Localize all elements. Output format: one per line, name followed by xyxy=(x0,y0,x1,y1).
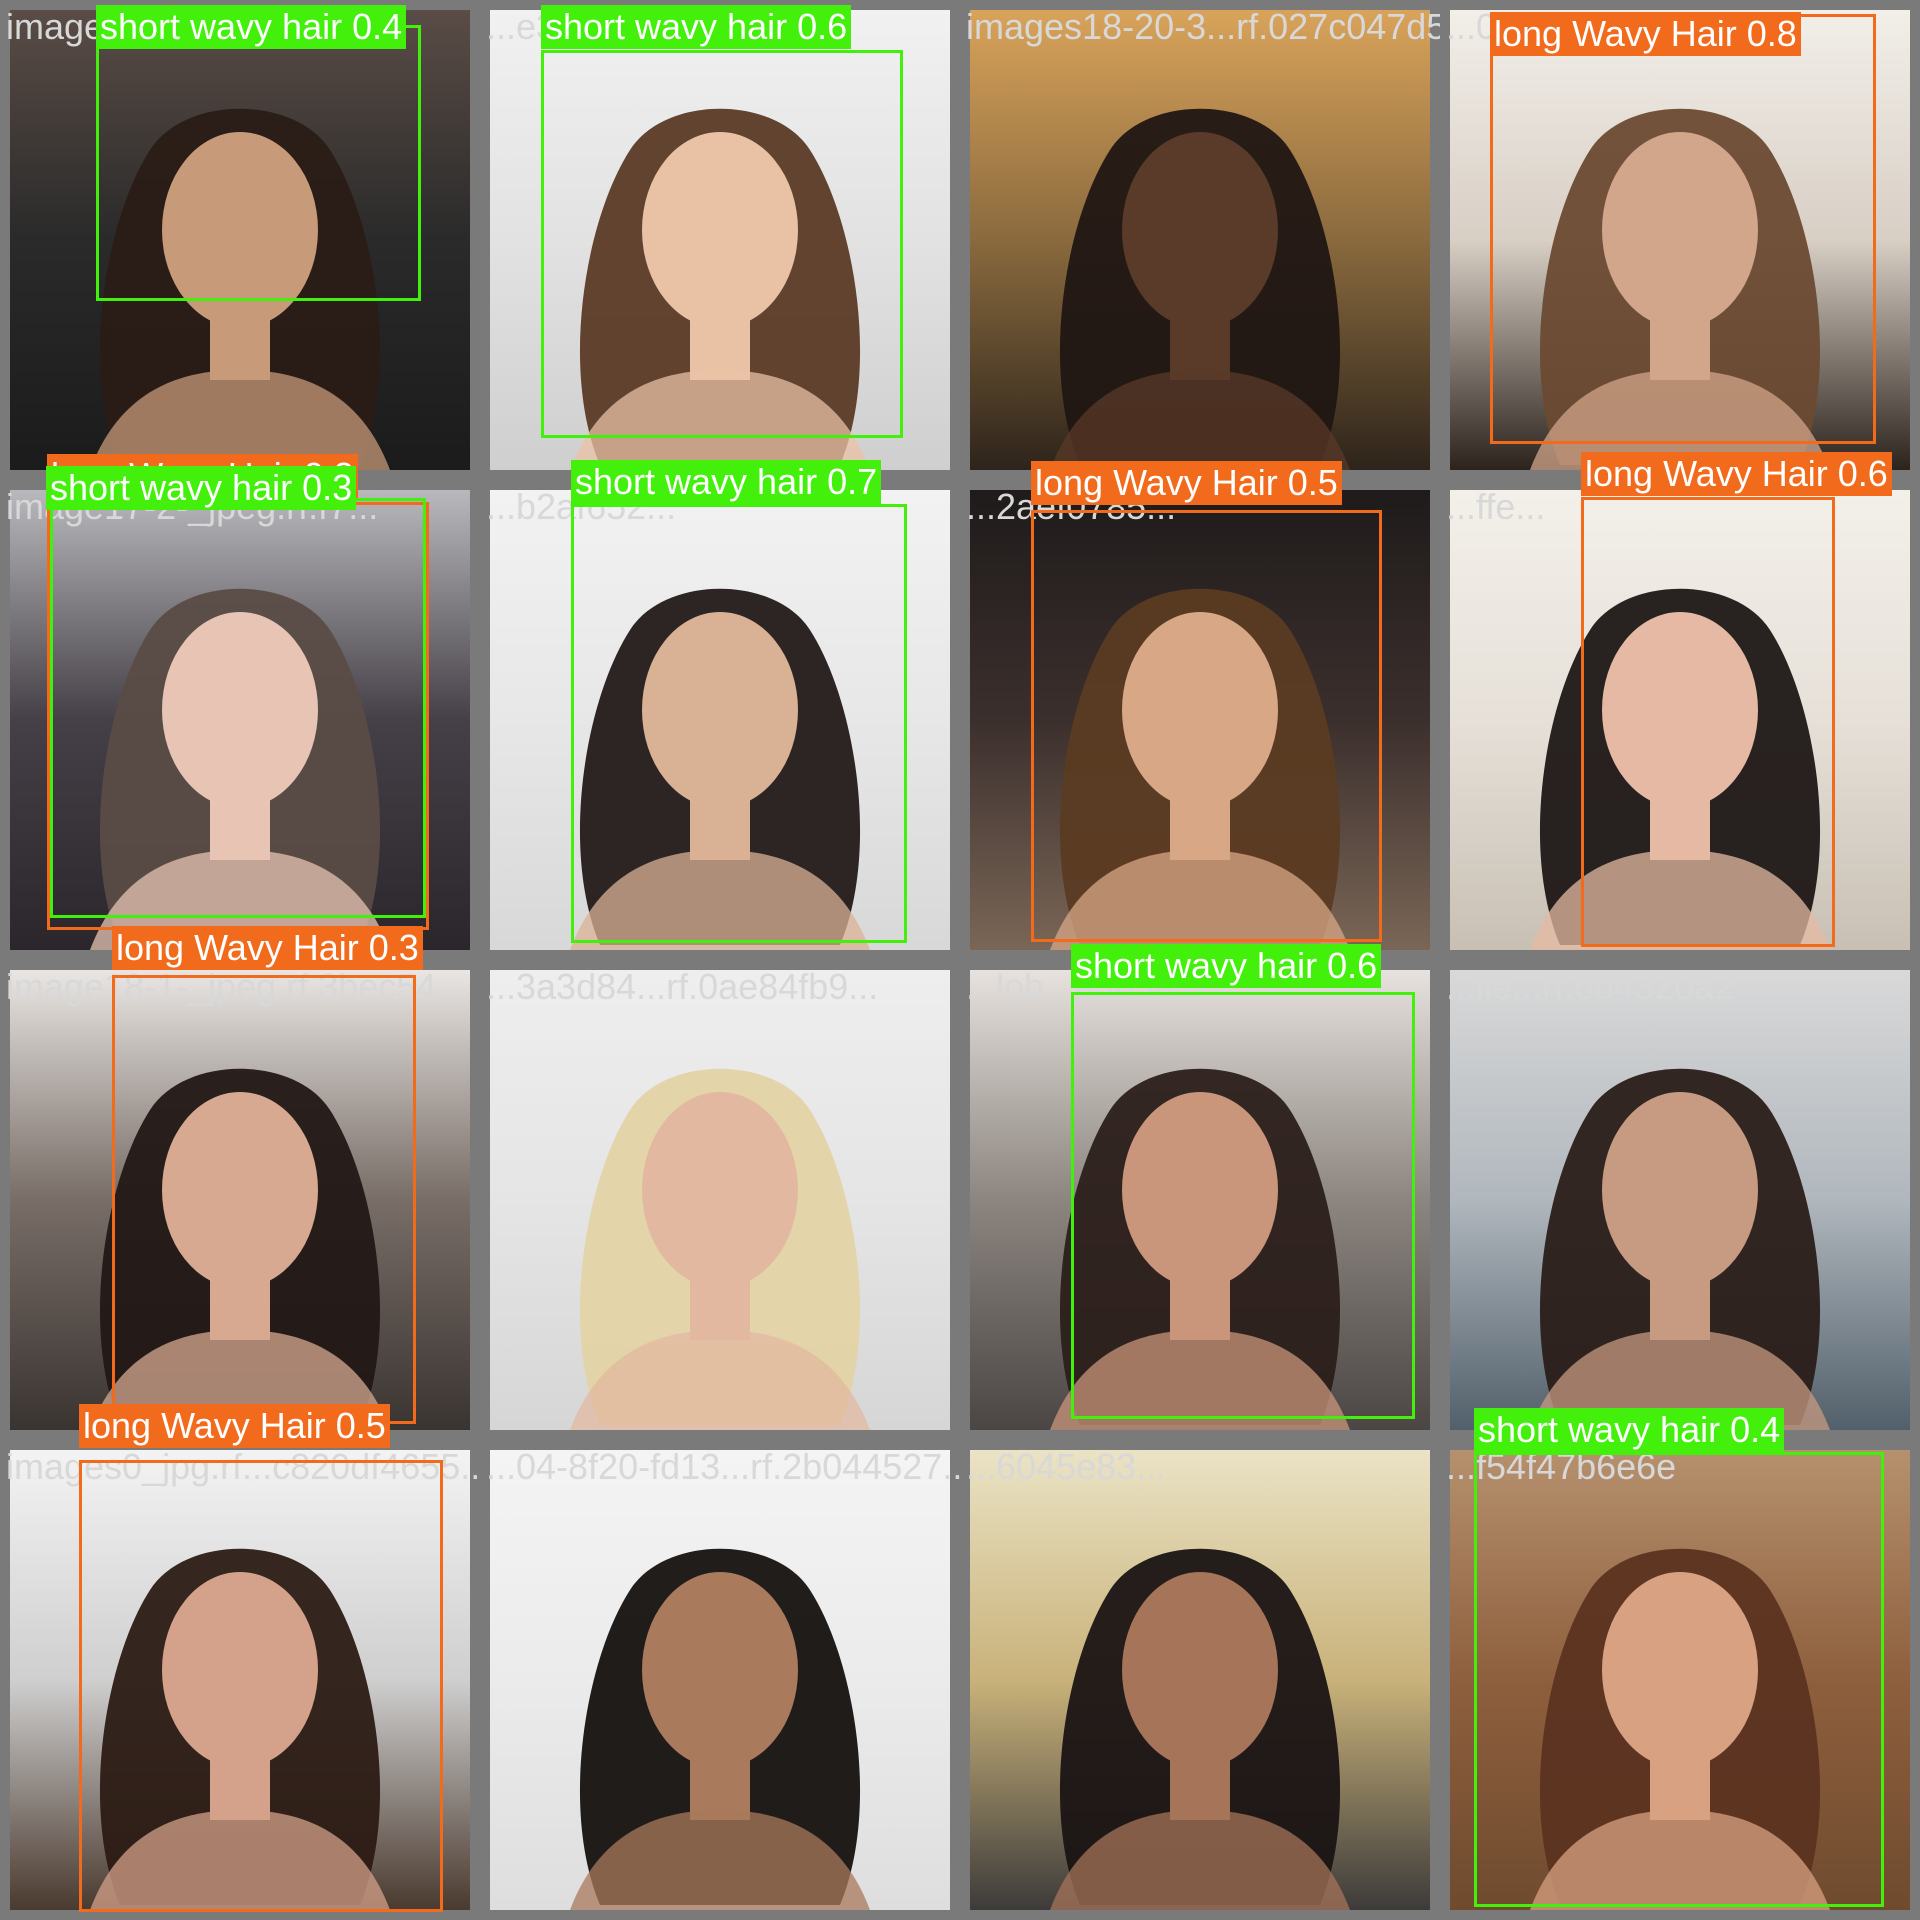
detection-box xyxy=(1474,1452,1884,1907)
detection-box xyxy=(1490,14,1876,444)
detection-label: long Wavy Hair 0.6 xyxy=(1581,452,1892,496)
detection-label: long Wavy Hair 0.8 xyxy=(1490,12,1801,56)
portrait-illustration xyxy=(970,10,1430,470)
image-filename: images18-20-3...rf.027c047d5 xyxy=(966,6,1440,47)
detection-box xyxy=(1581,497,1835,947)
tile-photo xyxy=(970,1450,1430,1910)
portrait-illustration xyxy=(970,1450,1430,1910)
portrait-illustration xyxy=(1450,970,1910,1430)
image-tile: ...6045e83... xyxy=(960,1440,1440,1920)
detection-label: long Wavy Hair 0.5 xyxy=(1031,461,1342,505)
detection-box xyxy=(79,1460,443,1912)
image-tile: ...04-8f20-fd13...rf.2b044527... xyxy=(480,1440,960,1920)
detection-box xyxy=(96,25,421,301)
tile-photo xyxy=(970,10,1430,470)
image-tile: ...lle...rf.6b4320a2 xyxy=(1440,960,1920,1440)
detection-label: short wavy hair 0.3 xyxy=(46,466,357,510)
image-tile: ...3a3d84...rf.0ae84fb9... xyxy=(480,960,960,1440)
portrait-illustration xyxy=(490,970,950,1430)
detection-label: short wavy hair 0.4 xyxy=(1474,1408,1785,1452)
detection-box xyxy=(1071,992,1415,1419)
detection-box xyxy=(571,504,907,943)
image-filename: ...04-8f20-fd13...rf.2b044527... xyxy=(486,1446,960,1487)
detection-label: short wavy hair 0.7 xyxy=(571,460,882,504)
detection-label: long Wavy Hair 0.3 xyxy=(112,926,423,970)
portrait-illustration xyxy=(490,1450,950,1910)
detection-box xyxy=(1031,510,1382,942)
tile-photo xyxy=(490,1450,950,1910)
detection-label: short wavy hair 0.4 xyxy=(96,5,407,49)
detection-results-grid: images...5fa66......e3677...images18-20-… xyxy=(0,0,1920,1920)
image-filename: ...6045e83... xyxy=(966,1446,1167,1487)
detection-label: short wavy hair 0.6 xyxy=(1071,944,1382,988)
tile-photo xyxy=(490,970,950,1430)
tile-photo xyxy=(1450,970,1910,1430)
detection-box xyxy=(50,498,426,918)
detection-box xyxy=(112,975,416,1424)
image-filename: ...ffe... xyxy=(1446,486,1546,527)
detection-label: short wavy hair 0.6 xyxy=(541,5,852,49)
image-filename: ...lle...rf.6b4320a2 xyxy=(1446,966,1735,1007)
image-tile: images18-20-3...rf.027c047d5 xyxy=(960,0,1440,480)
image-filename: ...3a3d84...rf.0ae84fb9... xyxy=(486,966,879,1007)
detection-box xyxy=(541,50,903,438)
detection-label: long Wavy Hair 0.5 xyxy=(79,1404,390,1448)
